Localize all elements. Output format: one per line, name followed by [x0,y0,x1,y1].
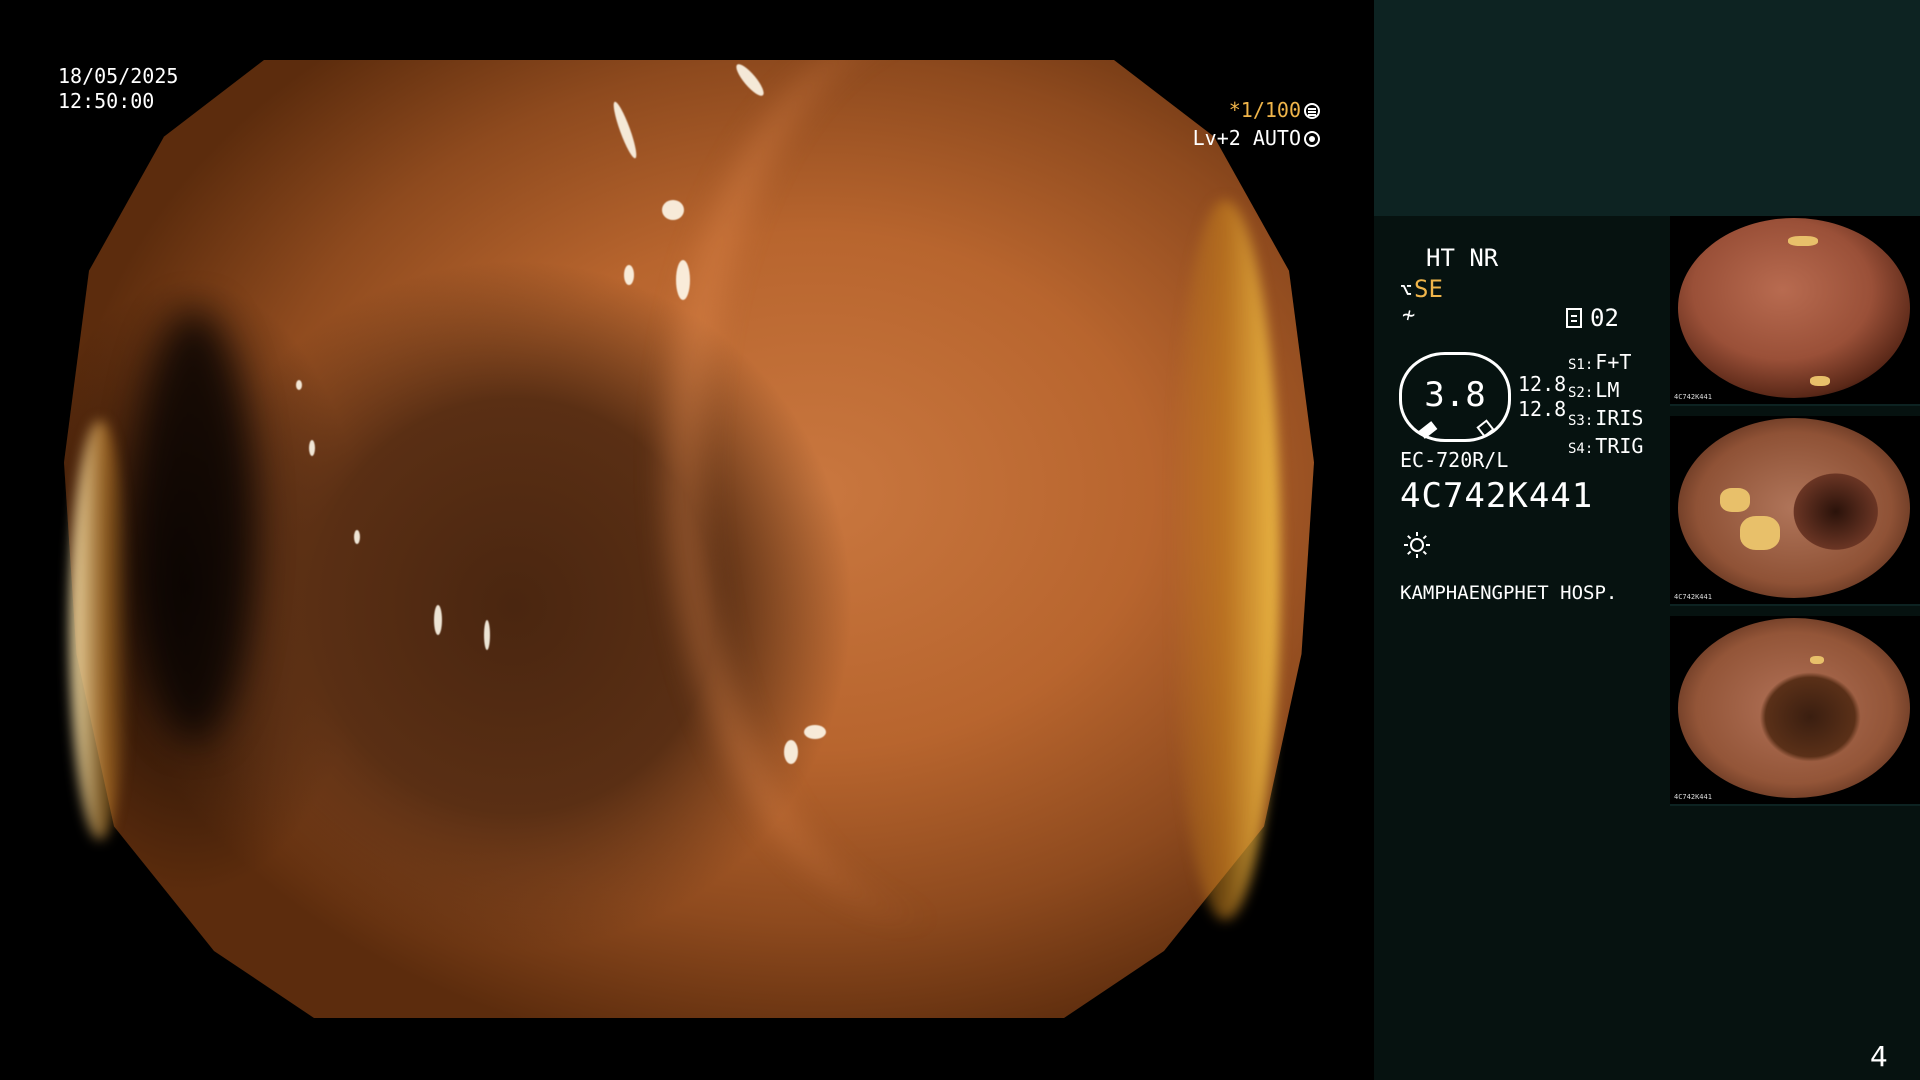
info-panel-header [1374,0,1920,216]
scope-serial: 4C742K441 [1400,476,1594,516]
gauge-marker-icon [1418,421,1438,439]
light-reflection [624,265,634,285]
endoscopic-image [64,60,1314,1018]
switch-value: TRIG [1595,434,1644,458]
switch-value: LM [1595,378,1620,402]
se-label: SE [1414,275,1443,303]
light-reflection [732,60,768,100]
thumbnail-highlight [1788,236,1818,246]
light-reflection [354,530,360,544]
light-reflection [784,740,798,764]
brightness-icon [1404,532,1430,558]
gauge-number: 12.8 [1518,397,1567,421]
thumbnail-capture-1[interactable]: 4C742K441 [1670,216,1920,406]
mucosal-fold [664,60,1224,920]
thumbnail-label: 4C742K441 [1674,393,1712,401]
thumbnail-highlight [1740,516,1780,550]
lens-rim-glare [1170,200,1280,920]
switch-key: S3: [1568,413,1594,429]
switch-row: S1: F+T [1568,350,1643,378]
switch-row: S4: TRIG [1568,434,1643,462]
gauge-number: 12.8 [1518,372,1567,396]
gauge-value: 3.8 [1424,375,1486,415]
thumbnail-image [1678,618,1910,798]
thumbnail-capture-2[interactable]: 4C742K441 [1670,416,1920,606]
light-reflection [296,380,302,390]
thumbnail-highlight [1810,656,1824,664]
thumbnail-label: 4C742K441 [1674,793,1712,801]
aperture-icon [1304,103,1320,119]
se-line: ⌥SE [1400,275,1443,303]
switch-row: S3: IRIS [1568,406,1643,434]
level-readout: Lv+2 AUTO [0,126,1320,150]
switch-value: F+T [1595,350,1632,374]
page-number: 4 [1870,1040,1888,1073]
light-reflection [434,605,442,635]
shutter-readout: *1/100 [0,98,1320,122]
zoom-gauge: 3.8 [1399,352,1511,442]
memory-count-text: 02 [1590,304,1619,332]
switch-value: IRIS [1595,406,1644,430]
thumbnail-label: 4C742K441 [1674,593,1712,601]
shutter-text: *1/100 [1228,98,1301,122]
scope-model: EC-720R/L [1400,448,1509,472]
gauge-marker-icon [1476,419,1495,438]
lens-rim-glare [70,420,130,840]
ht-nr-label: HT NR [1426,244,1499,272]
thumbnail-image [1678,418,1910,598]
thumbnail-capture-3[interactable]: 4C742K441 [1670,616,1920,806]
light-reflection [309,440,315,456]
thumbnail-highlight [1810,376,1830,386]
light-reflection [804,725,826,739]
structure-enhance-icon: ≁ [1402,303,1416,328]
light-reflection [676,260,690,300]
scope-tool-icon: ⌥ [1400,278,1413,302]
lumen-shadow [134,310,254,740]
level-text: Lv+2 AUTO [1192,126,1301,150]
light-reflection [484,620,490,650]
endoscope-main-view: 18/05/2025 12:50:00 *1/100 Lv+2 AUTO [0,0,1374,1080]
switch-row: S2: LM [1568,378,1643,406]
iris-icon [1304,131,1320,147]
memory-icon [1566,308,1582,328]
memory-count: 02 [1566,304,1619,332]
switch-key: S4: [1568,441,1594,457]
thumbnail-highlight [1720,488,1750,512]
hospital-name: KAMPHAENGPHET HOSP. [1400,582,1618,604]
switch-key: S2: [1568,385,1594,401]
light-reflection [662,200,684,220]
switch-key: S1: [1568,357,1594,373]
date-text: 18/05/2025 [58,64,179,88]
gauge-numbers: 12.8 12.8 [1518,372,1566,422]
switch-list: S1: F+T S2: LM S3: IRIS S4: TRIG [1568,350,1643,462]
